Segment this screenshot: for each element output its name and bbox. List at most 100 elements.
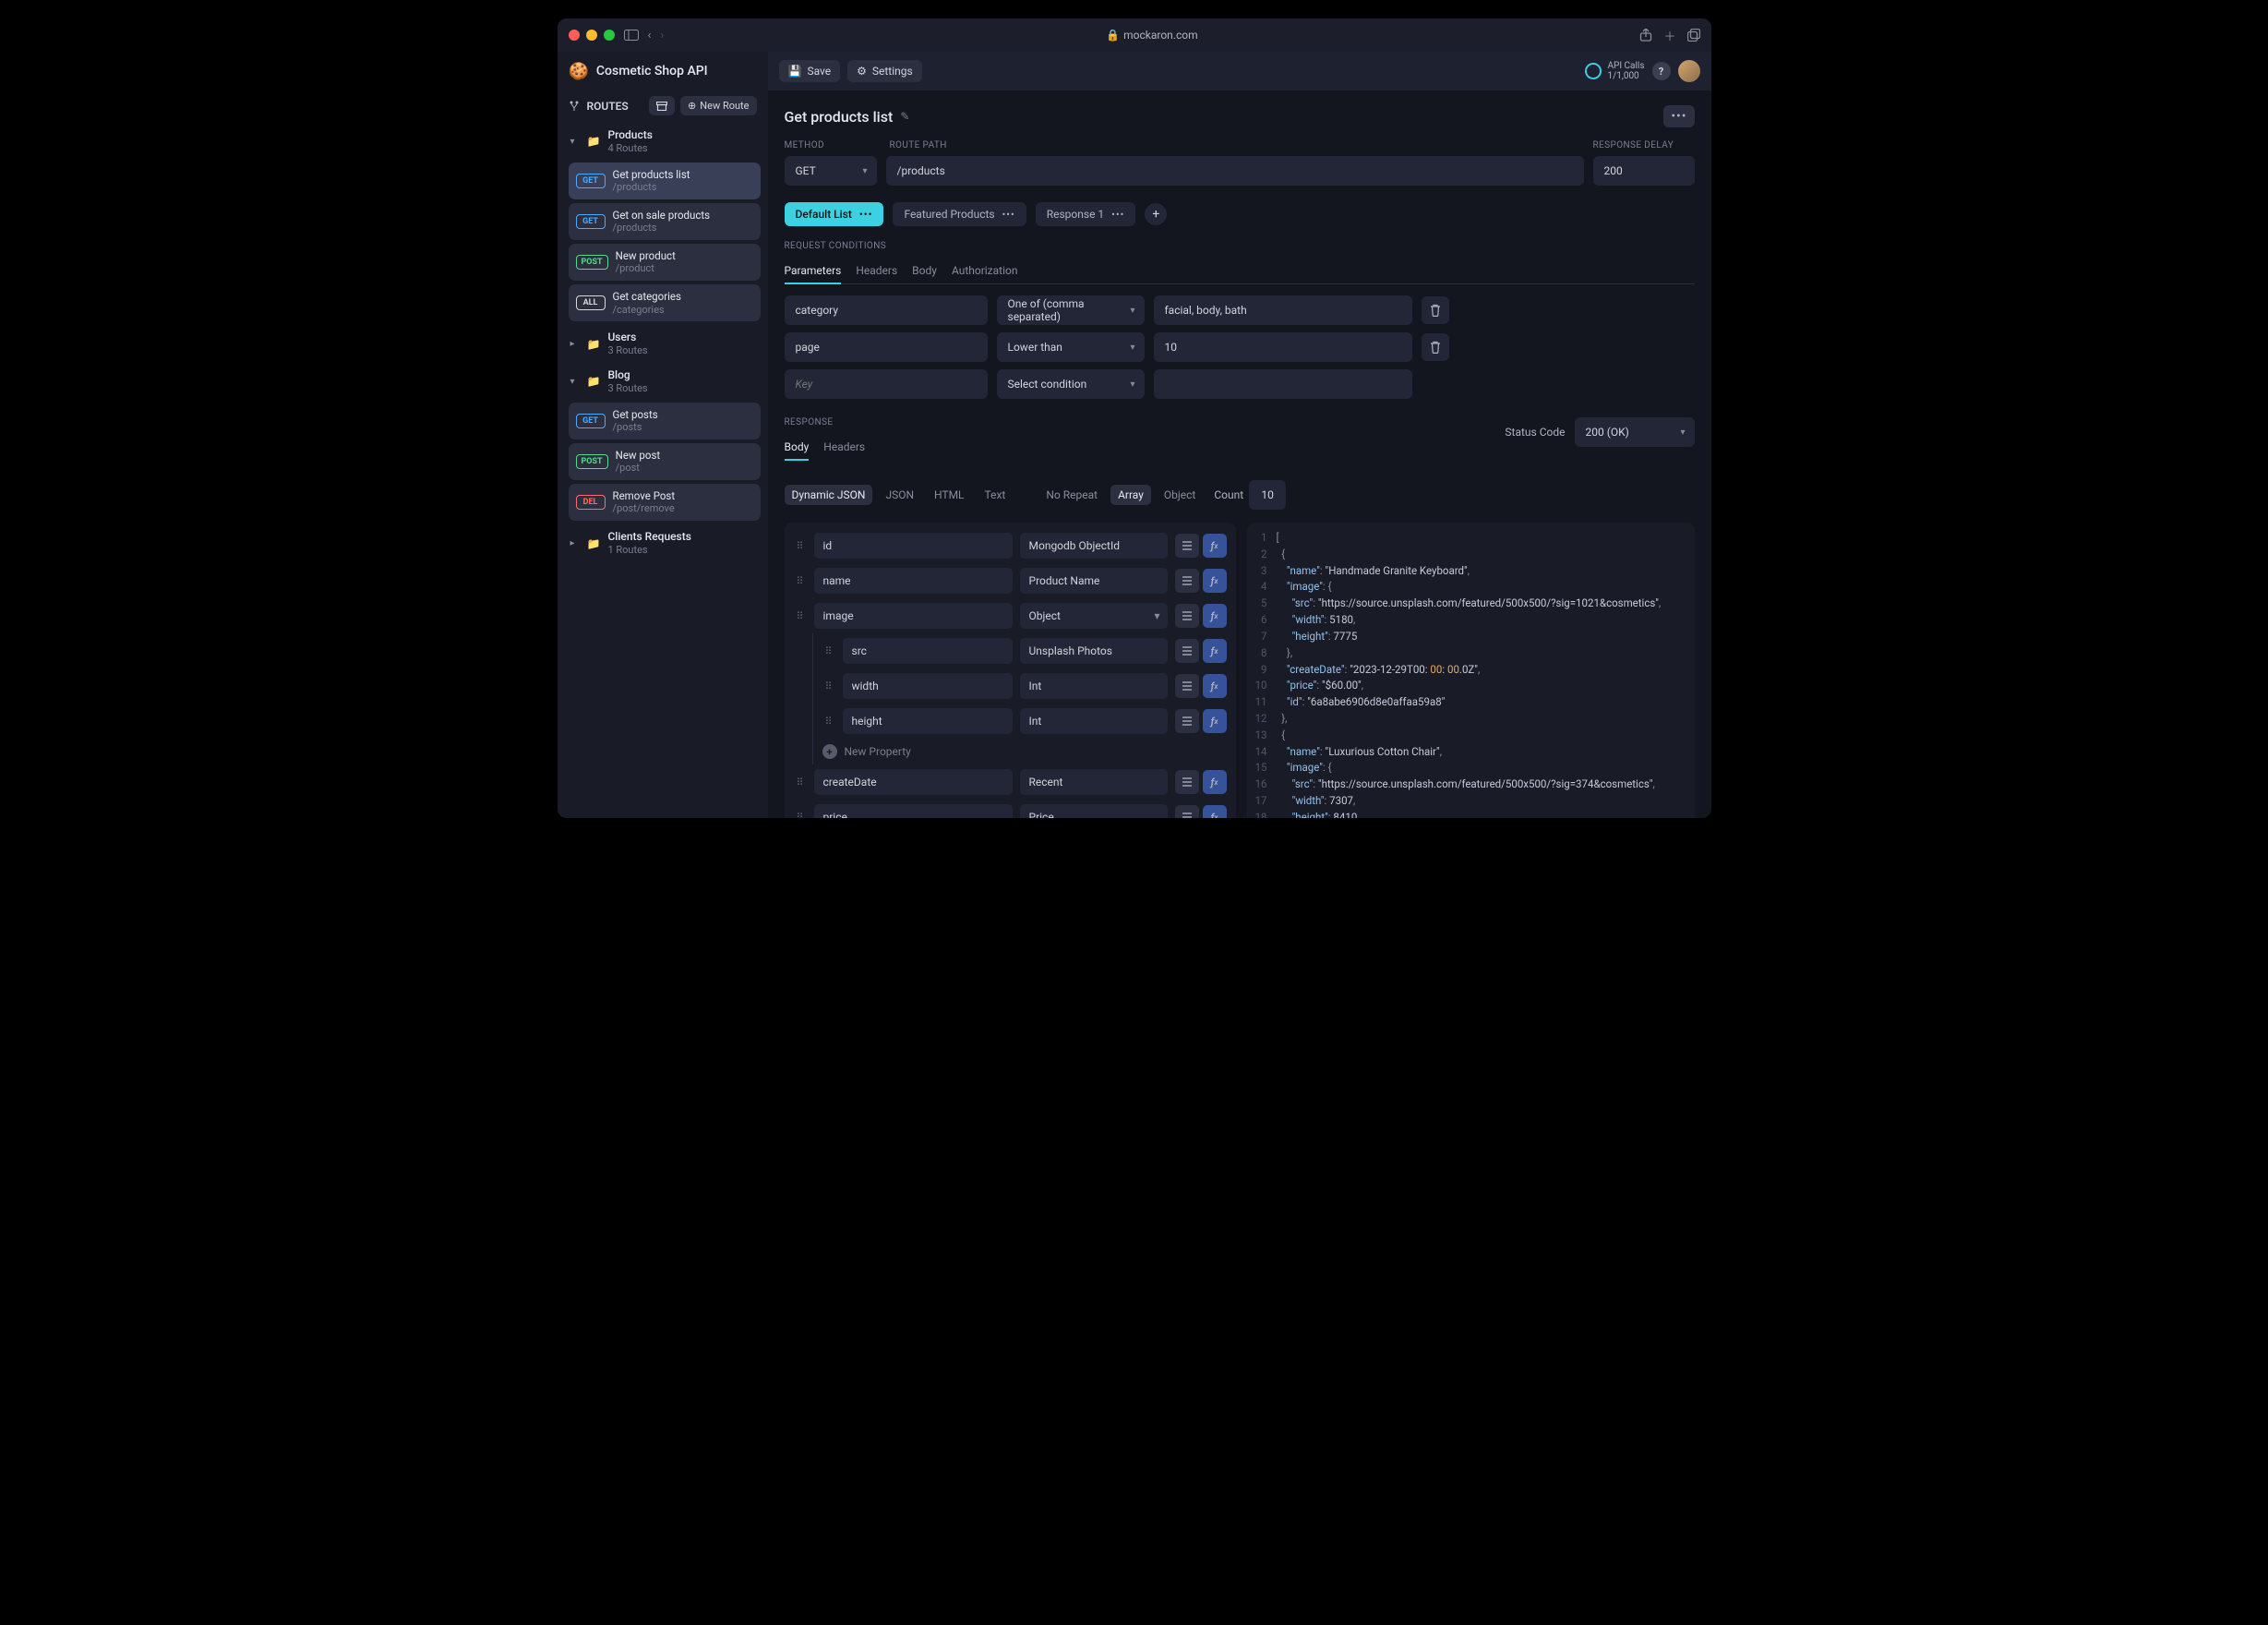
conditions-tab-body[interactable]: Body [912,259,937,283]
route-item[interactable]: GET Get products list /products [569,162,761,199]
conditions-tab-authorization[interactable]: Authorization [952,259,1018,283]
group-products[interactable]: ▾ 📁 Products 4 Routes [565,125,761,159]
drag-handle-icon[interactable]: ⠿ [794,575,807,587]
drag-handle-icon[interactable]: ⠿ [794,610,807,622]
body-type-json[interactable]: JSON [878,485,921,505]
drag-handle-icon[interactable]: ⠿ [822,680,835,692]
field-type-select[interactable]: Unsplash Photos [1020,638,1168,664]
delete-condition-button[interactable] [1422,333,1449,361]
field-type-select[interactable]: Int [1020,708,1168,734]
route-item[interactable]: POST New post /post [569,443,761,480]
response-sub-tab-body[interactable]: Body [785,435,810,461]
edit-title-icon[interactable]: ✎ [900,110,909,123]
more-icon[interactable]: ••• [859,209,873,221]
body-type-text[interactable]: Text [978,485,1014,505]
drag-handle-icon[interactable]: ⠿ [794,776,807,788]
field-key-input[interactable] [814,533,1013,559]
condition-key-input[interactable] [785,295,988,325]
close-window-button[interactable] [569,30,580,41]
sidebar-toggle-icon[interactable] [624,30,639,41]
field-fx-button[interactable]: ƒx [1203,569,1227,593]
field-list-button[interactable] [1175,639,1199,663]
field-fx-button[interactable]: ƒx [1203,805,1227,818]
route-item[interactable]: ALL Get categories /categories [569,284,761,321]
help-button[interactable]: ? [1652,62,1671,80]
new-property-button[interactable]: +New Property [819,739,1230,764]
field-type-select[interactable]: Recent [1020,769,1168,795]
field-type-select[interactable]: Int [1020,673,1168,699]
field-type-select[interactable]: Object▾ [1020,603,1168,629]
drag-handle-icon[interactable]: ⠿ [822,645,835,657]
minimize-window-button[interactable] [586,30,597,41]
field-type-select[interactable]: Product Name [1020,568,1168,594]
add-response-button[interactable]: + [1145,203,1167,225]
condition-key-input[interactable] [785,332,988,362]
field-fx-button[interactable]: ƒx [1203,639,1227,663]
field-list-button[interactable] [1175,534,1199,558]
condition-operator-select[interactable]: Select condition [997,369,1145,399]
route-item[interactable]: GET Get posts /posts [569,403,761,439]
field-fx-button[interactable]: ƒx [1203,674,1227,698]
group-clients-requests[interactable]: ▸ 📁 Clients Requests 1 Routes [565,526,761,560]
response-delay-input[interactable] [1593,156,1695,186]
more-icon[interactable]: ••• [1111,209,1124,221]
repeat-object[interactable]: Object [1157,485,1203,505]
route-item[interactable]: DEL Remove Post /post/remove [569,484,761,521]
condition-operator-select[interactable]: One of (comma separated) [997,295,1145,325]
field-key-input[interactable] [814,804,1013,818]
condition-value-input[interactable] [1154,332,1412,362]
group-users[interactable]: ▸ 📁 Users 3 Routes [565,327,761,361]
condition-value-input[interactable] [1154,295,1412,325]
drag-handle-icon[interactable]: ⠿ [794,540,807,552]
field-fx-button[interactable]: ƒx [1203,604,1227,628]
repeat-array[interactable]: Array [1110,485,1151,505]
drag-handle-icon[interactable]: ⠿ [822,716,835,728]
url-bar[interactable]: 🔒 mockaron.com [673,29,1630,42]
response-tab[interactable]: Default List••• [785,202,884,226]
field-key-input[interactable] [843,638,1013,664]
status-code-select[interactable]: 200 (OK) [1575,417,1695,447]
response-tab[interactable]: Featured Products••• [893,202,1026,226]
field-fx-button[interactable]: ƒx [1203,770,1227,794]
route-path-input[interactable] [886,156,1584,186]
field-type-select[interactable]: Price [1020,804,1168,818]
drag-handle-icon[interactable]: ⠿ [794,812,807,819]
response-sub-tab-headers[interactable]: Headers [823,435,865,460]
condition-key-input[interactable] [785,369,988,399]
field-list-button[interactable] [1175,674,1199,698]
more-menu-button[interactable]: ••• [1663,105,1694,127]
repeat-no-repeat[interactable]: No Repeat [1038,485,1105,505]
body-type-dynamic-json[interactable]: Dynamic JSON [785,485,873,505]
method-select[interactable]: GET [785,156,877,186]
field-fx-button[interactable]: ƒx [1203,709,1227,733]
body-type-html[interactable]: HTML [927,485,972,505]
save-button[interactable]: 💾 Save [779,60,841,82]
field-key-input[interactable] [814,568,1013,594]
field-type-select[interactable]: Mongodb ObjectId [1020,533,1168,559]
delete-condition-button[interactable] [1422,296,1449,324]
condition-operator-select[interactable]: Lower than [997,332,1145,362]
route-item[interactable]: POST New product /product [569,244,761,281]
field-list-button[interactable] [1175,805,1199,818]
maximize-window-button[interactable] [604,30,615,41]
field-key-input[interactable] [843,708,1013,734]
share-icon[interactable] [1639,27,1652,44]
forward-icon[interactable]: › [660,29,664,42]
settings-button[interactable]: ⚙ Settings [847,60,922,82]
field-list-button[interactable] [1175,770,1199,794]
back-icon[interactable]: ‹ [648,29,652,42]
response-tab[interactable]: Response 1••• [1036,202,1136,226]
condition-value-input[interactable] [1154,369,1412,399]
field-list-button[interactable] [1175,709,1199,733]
field-key-input[interactable] [814,769,1013,795]
conditions-tab-headers[interactable]: Headers [856,259,897,283]
group-blog[interactable]: ▾ 📁 Blog 3 Routes [565,365,761,399]
avatar[interactable] [1678,60,1700,82]
more-icon[interactable]: ••• [1002,209,1015,221]
field-fx-button[interactable]: ƒx [1203,534,1227,558]
count-input[interactable] [1249,480,1286,510]
field-key-input[interactable] [843,673,1013,699]
archive-button[interactable] [649,96,675,115]
new-route-button[interactable]: ⊕ New Route [680,96,756,115]
route-item[interactable]: GET Get on sale products /products [569,203,761,240]
